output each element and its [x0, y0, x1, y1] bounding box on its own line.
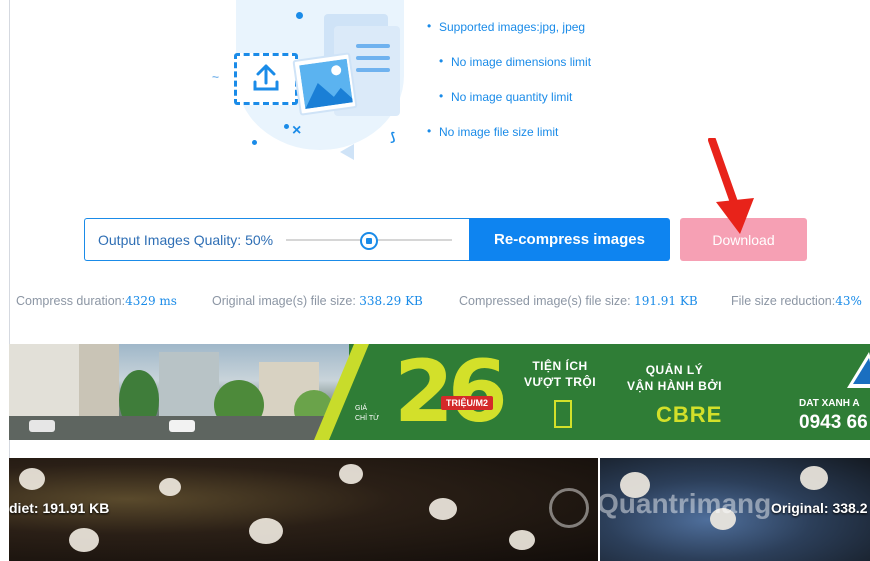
banner-price-number: 26: [394, 344, 508, 440]
slider-thumb[interactable]: [360, 232, 378, 250]
decor-squiggle-icon: ~: [212, 70, 220, 84]
feature-item: No image file size limit: [427, 124, 558, 139]
stat-original-size: Original image(s) file size: 338.29 KB: [212, 294, 423, 308]
decor-triangle-icon: [340, 144, 354, 160]
watermark-logo-icon: [549, 488, 589, 528]
decor-dot: [284, 124, 289, 129]
image-icon: [292, 52, 358, 116]
decor-dot: [252, 140, 257, 145]
banner-feature-2: QUẢN LÝ VẬN HÀNH BỞI: [627, 363, 722, 393]
stat-reduction-label: File size reduction:: [731, 294, 836, 308]
stat-reduction: File size reduction:43%: [731, 294, 862, 308]
upload-illustration[interactable]: × ~ ⟆: [200, 0, 420, 165]
brand-logo-icon: [847, 352, 870, 388]
stat-reduction-value: 43%: [835, 294, 862, 308]
stat-duration-value: 4329 ms: [125, 294, 177, 308]
recompress-button[interactable]: Re-compress images: [469, 218, 670, 261]
quality-slider[interactable]: [286, 232, 452, 250]
image-comparison[interactable]: Quantrimang diet: 191.91 KB Original: 33…: [9, 458, 870, 561]
building-icon: [554, 400, 572, 428]
banner-price-unit: TRIỆU/M2: [441, 396, 494, 410]
slider-fill: [286, 239, 369, 241]
quality-label: Output Images Quality: 50%: [98, 232, 274, 248]
stat-compressed-size: Compressed image(s) file size: 191.91 KB: [459, 294, 698, 308]
upload-icon: [253, 64, 279, 91]
banner-phone: 0943 66: [799, 412, 868, 433]
stat-compressed-value: 191.91 KB: [634, 294, 698, 308]
banner-brand: DAT XANH A: [799, 398, 860, 409]
decor-squiggle-icon: ⟆: [390, 130, 396, 144]
stat-original-value: 338.29 KB: [359, 294, 423, 308]
original-size-label: Original: 338.2: [771, 500, 868, 516]
red-arrow-annotation: [708, 138, 754, 234]
stat-duration: Compress duration:4329 ms: [16, 294, 177, 308]
ad-banner[interactable]: GIÁ CHỈ TỪ 26 TRIỆU/M2 TIỆN ÍCH VƯỢT TRỘ…: [9, 344, 870, 440]
stat-compressed-label: Compressed image(s) file size:: [459, 294, 635, 308]
banner-operator: CBRE: [656, 402, 723, 427]
feature-item: Supported images:jpg, jpeg: [427, 19, 585, 34]
compressed-size-label: diet: 191.91 KB: [9, 500, 110, 516]
decor-cross-icon: ×: [292, 122, 302, 139]
feature-item: No image quantity limit: [439, 89, 572, 104]
watermark-text: Quantrimang: [597, 488, 772, 519]
banner-feature-1: TIỆN ÍCH VƯỢT TRỘI: [524, 359, 597, 389]
stat-duration-label: Compress duration:: [16, 294, 126, 308]
banner-street-photo: [9, 344, 349, 440]
banner-price-prefix: GIÁ CHỈ TỪ: [355, 405, 380, 422]
decor-dot: [296, 12, 303, 19]
quality-control: Output Images Quality: 50%: [84, 218, 470, 261]
stat-original-label: Original image(s) file size:: [212, 294, 360, 308]
feature-item: No image dimensions limit: [439, 54, 591, 69]
